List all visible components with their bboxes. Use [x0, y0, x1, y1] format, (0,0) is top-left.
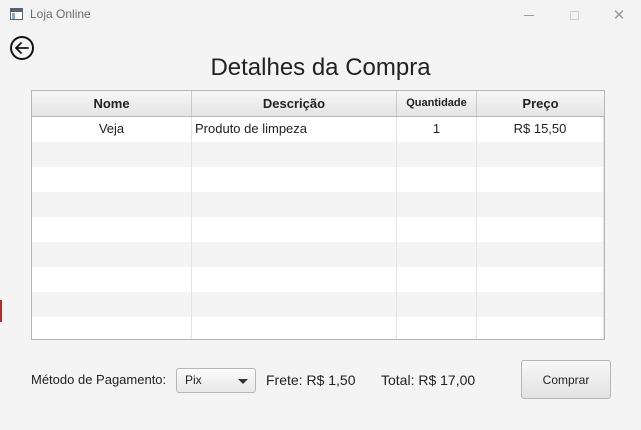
empty-table-row[interactable] — [32, 142, 604, 167]
table-cell — [477, 267, 604, 292]
table-cell — [397, 292, 477, 317]
table-cell — [32, 242, 192, 267]
table-cell: 1 — [397, 117, 477, 142]
empty-table-row[interactable] — [32, 192, 604, 217]
minimize-icon — [524, 14, 534, 16]
empty-table-row[interactable] — [32, 242, 604, 267]
chevron-down-icon — [238, 379, 248, 384]
close-icon: ✕ — [612, 6, 626, 24]
payment-method-value: Pix — [185, 373, 202, 387]
table-cell — [32, 267, 192, 292]
table-cell — [397, 167, 477, 192]
table-cell — [397, 142, 477, 167]
table-cell — [477, 167, 604, 192]
empty-table-row[interactable] — [32, 217, 604, 242]
table-cell — [192, 142, 397, 167]
table-cell — [397, 242, 477, 267]
table-cell — [477, 292, 604, 317]
table-cell — [32, 167, 192, 192]
page-title: Detalhes da Compra — [210, 54, 431, 81]
minimize-button[interactable] — [506, 0, 552, 30]
close-button[interactable]: ✕ — [596, 0, 641, 30]
table-cell — [477, 317, 604, 339]
empty-table-row[interactable] — [32, 167, 604, 192]
table-cell — [192, 292, 397, 317]
table-cell — [397, 267, 477, 292]
app-window: Loja Online ✕ Detalhes da Compra Nome De… — [0, 0, 641, 430]
table-cell: Veja — [32, 117, 192, 142]
column-header-preco[interactable]: Preço — [477, 91, 604, 116]
payment-method-select[interactable]: Pix — [176, 368, 256, 393]
buy-button[interactable]: Comprar — [521, 360, 611, 399]
app-window-icon — [10, 8, 23, 20]
column-header-nome[interactable]: Nome — [32, 91, 192, 116]
table-cell — [477, 242, 604, 267]
table-cell — [192, 192, 397, 217]
shipping-cost: Frete: R$ 1,50 — [266, 372, 356, 388]
table-cell — [32, 292, 192, 317]
table-cell — [397, 192, 477, 217]
background-window-edge — [0, 300, 2, 322]
table-cell — [32, 192, 192, 217]
table-cell — [397, 217, 477, 242]
column-header-quantidade[interactable]: Quantidade — [397, 91, 477, 116]
table-cell — [477, 192, 604, 217]
table-cell — [477, 217, 604, 242]
empty-table-row[interactable] — [32, 317, 604, 339]
empty-table-row[interactable] — [32, 292, 604, 317]
title-bar: Loja Online ✕ — [0, 0, 641, 30]
arrow-left-circle-icon — [15, 42, 29, 54]
table-cell — [32, 142, 192, 167]
table-cell: Produto de limpeza — [192, 117, 397, 142]
maximize-button[interactable] — [551, 0, 597, 30]
table-cell: R$ 15,50 — [477, 117, 604, 142]
maximize-icon — [569, 10, 579, 20]
empty-table-row[interactable] — [32, 267, 604, 292]
table-cell — [192, 167, 397, 192]
payment-method-label: Método de Pagamento: — [31, 372, 167, 387]
table-cell — [192, 217, 397, 242]
total-cost: Total: R$ 17,00 — [381, 372, 476, 388]
table-cell — [192, 317, 397, 339]
table-cell — [477, 142, 604, 167]
table-header: Nome Descrição Quantidade Preço — [32, 91, 604, 117]
purchase-table: Nome Descrição Quantidade Preço Veja Prod… — [31, 90, 605, 340]
table-cell — [32, 317, 192, 339]
table-cell — [192, 267, 397, 292]
table-cell — [32, 217, 192, 242]
column-header-descricao[interactable]: Descrição — [192, 91, 397, 116]
table-cell — [397, 317, 477, 339]
window-title: Loja Online — [30, 7, 91, 21]
table-cell — [192, 242, 397, 267]
table-row[interactable]: Veja Produto de limpeza 1 R$ 15,50 — [32, 117, 604, 142]
